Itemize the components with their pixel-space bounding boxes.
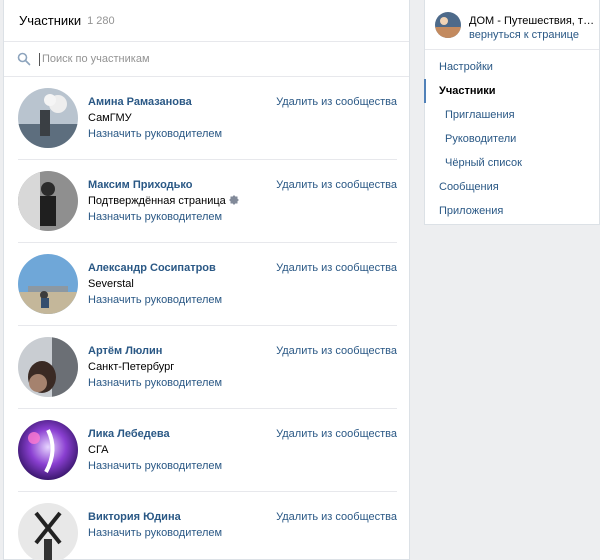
member-subtitle: Санкт-Петербург bbox=[88, 361, 175, 373]
avatar[interactable] bbox=[18, 503, 78, 560]
search-icon bbox=[17, 52, 31, 66]
assign-manager-link[interactable]: Назначить руководителем bbox=[88, 460, 222, 472]
members-panel: Участники 1 280 Амина Рамазанова СамГМУ … bbox=[3, 0, 410, 560]
avatar[interactable] bbox=[18, 171, 78, 231]
member-name[interactable]: Максим Приходько bbox=[88, 179, 192, 191]
assign-manager-link[interactable]: Назначить руководителем bbox=[88, 527, 222, 539]
member-subtitle: Подтверждённая страница bbox=[88, 195, 239, 207]
group-name[interactable]: ДОМ - Путешествия, туризм bbox=[469, 15, 595, 27]
avatar[interactable] bbox=[18, 88, 78, 148]
avatar[interactable] bbox=[18, 337, 78, 397]
sidebar-item-messages[interactable]: Сообщения bbox=[425, 175, 599, 199]
members-list: Амина Рамазанова СамГМУ Назначить руково… bbox=[4, 77, 409, 560]
search-bar bbox=[4, 42, 409, 77]
assign-manager-link[interactable]: Назначить руководителем bbox=[88, 128, 222, 140]
member-name[interactable]: Амина Рамазанова bbox=[88, 96, 192, 108]
list-item: Амина Рамазанова СамГМУ Назначить руково… bbox=[18, 77, 397, 160]
remove-member-link[interactable]: Удалить из сообщества bbox=[276, 96, 397, 108]
member-name[interactable]: Александр Сосипатров bbox=[88, 262, 216, 274]
community-sidebar: ДОМ - Путешествия, туризм вернуться к ст… bbox=[424, 0, 600, 225]
remove-member-link[interactable]: Удалить из сообщества bbox=[276, 179, 397, 191]
group-header: ДОМ - Путешествия, туризм вернуться к ст… bbox=[425, 0, 599, 50]
verified-icon bbox=[228, 195, 239, 205]
group-avatar[interactable] bbox=[435, 12, 461, 38]
remove-member-link[interactable]: Удалить из сообщества bbox=[276, 428, 397, 440]
sidebar-item-members[interactable]: Участники bbox=[424, 79, 599, 103]
members-count: 1 280 bbox=[87, 14, 115, 27]
remove-member-link[interactable]: Удалить из сообщества bbox=[276, 511, 397, 523]
avatar[interactable] bbox=[18, 254, 78, 314]
sidebar-item-apps[interactable]: Приложения bbox=[425, 199, 599, 223]
remove-member-link[interactable]: Удалить из сообщества bbox=[276, 345, 397, 357]
sidebar-item-blacklist[interactable]: Чёрный список bbox=[425, 151, 599, 175]
member-name[interactable]: Лика Лебедева bbox=[88, 428, 170, 440]
list-item: Лика Лебедева СГА Назначить руководителе… bbox=[18, 409, 397, 492]
sidebar-item-invitations[interactable]: Приглашения bbox=[425, 103, 599, 127]
list-item: Виктория Юдина Назначить руководителем У… bbox=[18, 492, 397, 560]
remove-member-link[interactable]: Удалить из сообщества bbox=[276, 262, 397, 274]
assign-manager-link[interactable]: Назначить руководителем bbox=[88, 211, 222, 223]
member-name[interactable]: Артём Люлин bbox=[88, 345, 162, 357]
member-subtitle: СамГМУ bbox=[88, 112, 132, 124]
list-item: Артём Люлин Санкт-Петербург Назначить ру… bbox=[18, 326, 397, 409]
avatar[interactable] bbox=[18, 420, 78, 480]
member-name[interactable]: Виктория Юдина bbox=[88, 511, 181, 523]
sidebar-item-managers[interactable]: Руководители bbox=[425, 127, 599, 151]
assign-manager-link[interactable]: Назначить руководителем bbox=[88, 377, 222, 389]
list-item: Александр Сосипатров Severstal Назначить… bbox=[18, 243, 397, 326]
page-title: Участники bbox=[19, 13, 82, 28]
back-to-page-link[interactable]: вернуться к странице bbox=[469, 29, 579, 41]
sidebar-menu: Настройки Участники Приглашения Руководи… bbox=[424, 50, 599, 223]
list-item: Максим Приходько Подтверждённая страница… bbox=[18, 160, 397, 243]
search-input[interactable] bbox=[39, 52, 379, 66]
member-subtitle: СГА bbox=[88, 444, 109, 456]
verified-label: Подтверждённая страница bbox=[88, 195, 226, 207]
members-header: Участники 1 280 bbox=[4, 0, 409, 42]
assign-manager-link[interactable]: Назначить руководителем bbox=[88, 294, 222, 306]
sidebar-item-settings[interactable]: Настройки bbox=[425, 55, 599, 79]
member-subtitle: Severstal bbox=[88, 278, 134, 290]
